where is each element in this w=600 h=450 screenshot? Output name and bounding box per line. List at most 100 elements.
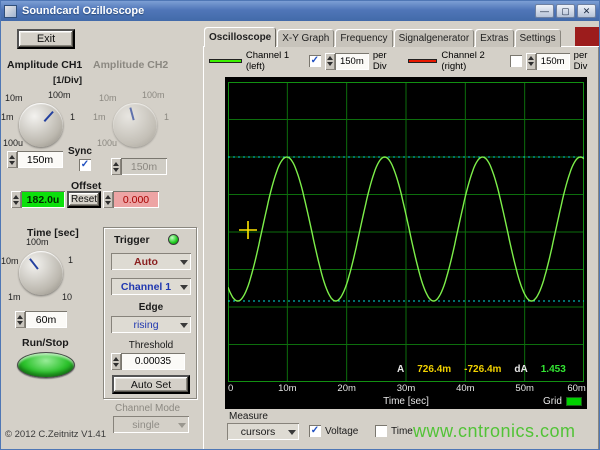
measure-title: Measure [229,411,268,422]
x-tick-label: 60m [567,383,586,394]
channel-mode-title: Channel Mode [115,403,181,414]
scope-plot[interactable] [228,82,584,382]
tab-signalgenerator[interactable]: Signalgenerator [393,29,475,47]
cursor-upper-value: 726.4m [417,364,452,375]
channel-mode-dropdown: single [113,416,189,433]
trigger-source-dropdown[interactable]: Channel 1 [111,278,191,295]
x-tick-label: 20m [337,383,356,394]
tab-settings[interactable]: Settings [514,29,561,47]
sync-checkbox[interactable]: ✓ [79,159,91,171]
knob-scale-label: 100u [3,138,24,148]
time-label: Time [391,426,413,437]
app-window: Soundcard Ozilloscope — ▢ ✕ Exit Amplitu… [0,0,600,450]
knob-scale-label: 1m [8,292,21,302]
channel1-enable-checkbox[interactable]: ✓ [308,55,321,67]
spinner-icon [103,191,113,208]
amplitude-ch1-value[interactable]: 150m [7,151,63,168]
spinner-icon [111,158,121,175]
channel2-color-swatch [408,59,438,63]
x-tick-label: 40m [456,383,475,394]
grid-toggle[interactable] [565,397,582,406]
voltage-checkbox[interactable]: ✓ [309,425,321,437]
app-icon [4,4,17,18]
x-tick-label: 50m [515,383,534,394]
cursor-lower-value: -726.4m [464,364,502,375]
close-icon[interactable]: ✕ [577,4,596,18]
x-tick-label: 10m [278,383,297,394]
knob-scale-label: 1 [68,255,74,265]
knob-scale-label: 100u [97,138,118,148]
channel1-label: Channel 1 (left) [245,50,290,72]
titlebar[interactable]: Soundcard Ozilloscope — ▢ ✕ [1,1,599,21]
trigger-group: Trigger Auto Channel 1 Edge rising Thres… [103,227,197,399]
x-tick-label: 30m [396,383,416,394]
spinner-icon[interactable] [11,191,21,208]
tab-extras[interactable]: Extras [475,29,514,47]
cursor-a-label: A [397,364,405,375]
offset-ch1-value[interactable]: 182.0u [11,191,65,208]
offset-ch1-value-text[interactable]: 182.0u [21,191,65,208]
channel1-color-swatch [209,59,242,63]
tab-bar: Oscilloscope X-Y Graph Frequency Signalg… [204,27,562,47]
trigger-title: Trigger [114,234,150,246]
tab-frequency[interactable]: Frequency [335,29,393,47]
spinner-icon[interactable] [15,311,25,328]
time-value-text[interactable]: 60m [25,311,67,328]
knob-scale-label: 100m [48,90,71,100]
minimize-icon[interactable]: — [535,4,554,18]
knob-scale-label: 10m [5,93,23,103]
channel2-per-div-field[interactable]: 150m [525,52,570,70]
amplitude-ch2-value-text: 150m [121,158,167,175]
knob-scale-label: 100m [142,90,165,100]
channel1-per-div-value[interactable]: 150m [334,52,369,70]
measure-mode-dropdown[interactable]: cursors [227,423,299,440]
spinner-icon[interactable] [111,353,121,370]
amplitude-ch1-title: Amplitude CH1 [7,59,83,71]
spinner-icon[interactable] [525,52,536,70]
tab-oscilloscope[interactable]: Oscilloscope [204,27,277,47]
knob-scale-label: 1 [164,112,170,122]
offset-ch2-value: 0.000 [103,191,159,208]
per-div-label: per Div [573,50,588,72]
threshold-field[interactable]: 0.00035 [111,353,185,370]
cursor-da-label: dA [514,364,528,375]
trigger-mode-dropdown[interactable]: Auto [111,253,191,270]
knob-scale-label: 10m [99,93,117,103]
amplitude-ch2-title: Amplitude CH2 [93,59,169,71]
oscilloscope-display[interactable]: A 726.4m -726.4m dA 1.453 0 10m 20m 30m 40m 5… [225,77,587,409]
voltage-label: Voltage [325,426,359,437]
copyright-text: © 2012 C.Zeitnitz V1.41 [5,429,106,440]
cursor-measurements: A 726.4m -726.4m dA 1.453 [397,364,566,375]
maximize-icon[interactable]: ▢ [556,4,575,18]
knob-scale-label: 10 [62,292,73,302]
trigger-edge-dropdown[interactable]: rising [111,316,191,333]
channel2-per-div-value[interactable]: 150m [535,52,570,70]
knob-scale-label: 10m [1,256,19,266]
trigger-led-icon [168,234,179,245]
tab-xy-graph[interactable]: X-Y Graph [277,29,335,47]
time-value[interactable]: 60m [15,311,67,328]
amplitude-ch1-knob[interactable] [19,103,63,147]
x-tick-label: 0 [228,383,234,394]
spinner-icon[interactable] [324,52,335,70]
amplitude-ch1-value-text[interactable]: 150m [17,151,63,168]
knob-scale-label: 1 [70,112,76,122]
knob-scale-label: 1m [1,112,14,122]
channel1-per-div-field[interactable]: 150m [324,52,369,70]
auto-set-button[interactable]: Auto Set [112,375,190,394]
threshold-label: Threshold [128,340,174,351]
grid-indicator-label: Grid [543,396,562,407]
offset-ch2-value-text: 0.000 [113,191,159,208]
channel2-enable-checkbox[interactable] [509,55,522,67]
exit-button[interactable]: Exit [17,29,75,49]
knob-scale-label: 1m [93,112,106,122]
run-stop-button[interactable] [17,352,75,378]
spinner-icon[interactable] [7,151,17,168]
threshold-value-text[interactable]: 0.00035 [121,353,185,370]
sync-label: Sync [68,146,92,157]
time-knob[interactable] [19,251,63,295]
brand-red-block [575,27,599,46]
time-checkbox[interactable] [375,425,387,437]
channel2-label: Channel 2 (right) [441,50,485,72]
offset-reset-button[interactable]: Reset [67,191,101,208]
